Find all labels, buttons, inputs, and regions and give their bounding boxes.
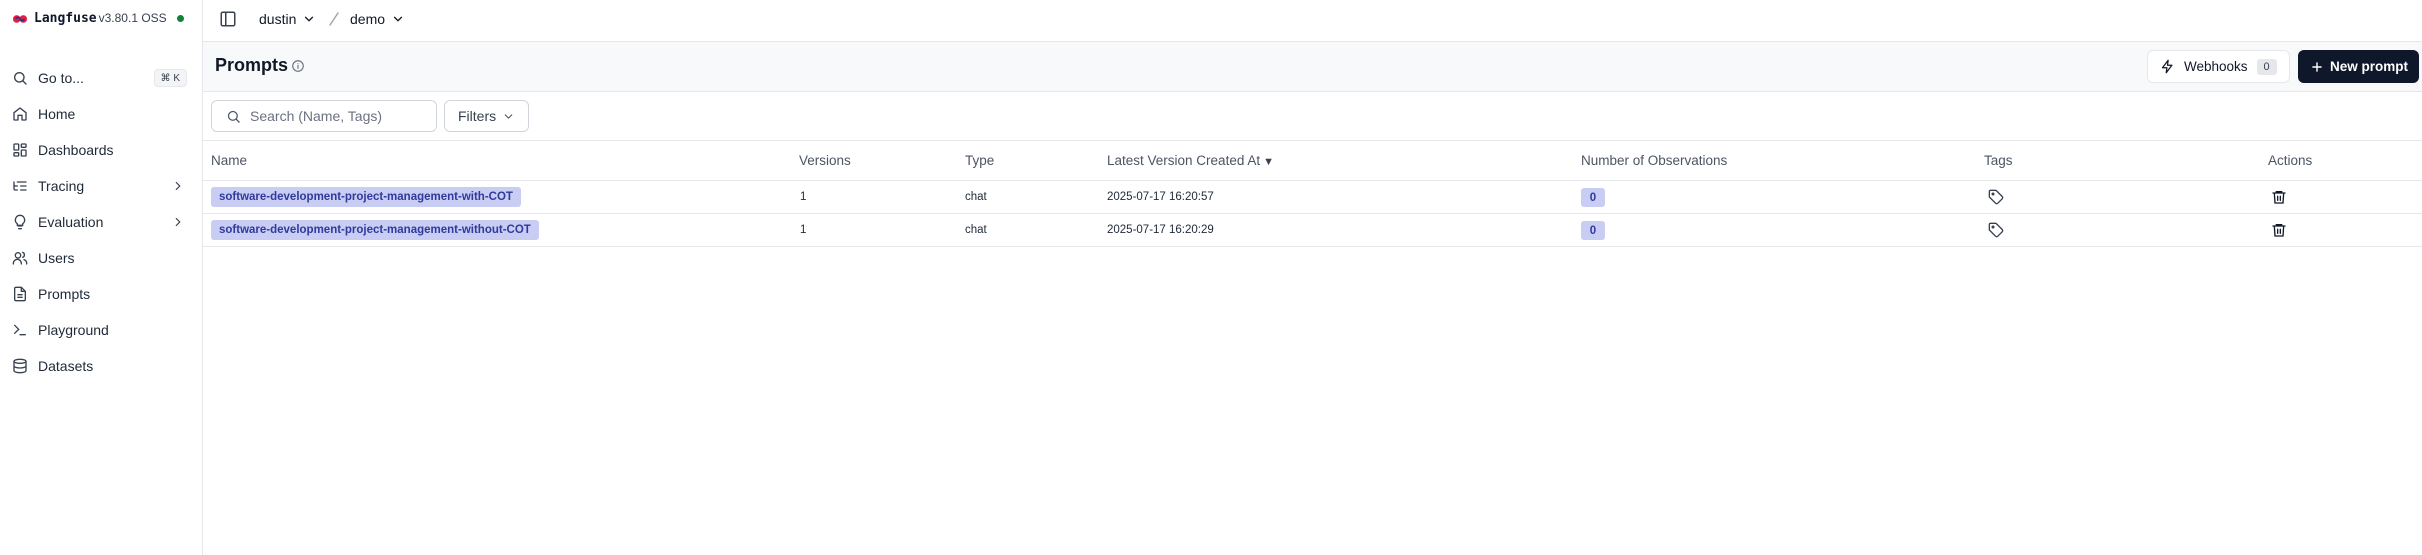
home-icon	[11, 105, 29, 123]
file-text-icon	[11, 285, 29, 303]
column-header-observations[interactable]: Number of Observations	[1581, 153, 1727, 168]
breadcrumb-organization[interactable]: dustin	[259, 9, 316, 29]
brand[interactable]: Langfuse v3.80.1 OSS	[12, 8, 184, 28]
sort-desc-icon: ▼	[1263, 156, 1274, 168]
sidebar-nav: Go to... ⌘ K Home Dashboards Tracing Eva…	[0, 60, 203, 384]
sidebar-item-home[interactable]: Home	[0, 96, 203, 132]
table-toolbar: Filters	[203, 92, 2422, 141]
table-header: Name Versions Type Latest Version Create…	[203, 141, 2422, 181]
column-header-actions: Actions	[2268, 153, 2313, 168]
search-icon	[11, 69, 29, 87]
table-row[interactable]: software-development-project-management-…	[203, 214, 2422, 247]
chevron-down-icon	[393, 16, 403, 22]
filters-button[interactable]: Filters	[444, 100, 529, 132]
sidebar-item-label: Go to...	[38, 70, 84, 86]
grid-icon	[11, 141, 29, 159]
breadcrumb-project[interactable]: demo	[350, 9, 405, 29]
sidebar-item-users[interactable]: Users	[0, 240, 203, 276]
tag-icon[interactable]	[1988, 189, 2004, 205]
prompt-name-link[interactable]: software-development-project-management-…	[211, 220, 539, 240]
zap-icon	[2161, 59, 2173, 74]
sidebar-item-go-to[interactable]: Go to... ⌘ K	[0, 60, 203, 96]
sidebar-toggle-icon[interactable]	[217, 8, 239, 30]
sidebar-item-tracing[interactable]: Tracing	[0, 168, 203, 204]
chevron-down-icon	[305, 16, 314, 22]
prompts-table: Name Versions Type Latest Version Create…	[203, 141, 2422, 247]
info-icon[interactable]	[291, 59, 305, 73]
new-prompt-button[interactable]: New prompt	[2298, 50, 2419, 83]
brand-name: Langfuse	[34, 10, 97, 26]
list-tree-icon	[11, 177, 29, 195]
sidebar-item-label: Evaluation	[38, 214, 104, 230]
top-bar: dustin demo	[203, 0, 2422, 42]
brand-version: v3.80.1 OSS	[98, 11, 167, 25]
sidebar-item-label: Prompts	[38, 286, 91, 302]
prompt-name-link[interactable]: software-development-project-management-…	[211, 187, 521, 207]
column-header-tags[interactable]: Tags	[1984, 153, 2013, 168]
webhooks-button[interactable]: Webhooks 0	[2147, 50, 2290, 83]
search-icon	[227, 110, 240, 123]
users-icon	[11, 249, 29, 267]
column-header-latest-label: Latest Version Created At	[1107, 153, 1261, 168]
column-header-type[interactable]: Type	[965, 153, 994, 168]
sidebar-item-dashboards[interactable]: Dashboards	[0, 132, 203, 168]
organization-name: dustin	[259, 11, 297, 27]
filters-label: Filters	[458, 108, 497, 124]
sidebar-item-label: Dashboards	[38, 142, 114, 158]
lightbulb-icon	[11, 213, 29, 231]
slash-separator-icon	[329, 12, 339, 26]
versions-cell: 1	[800, 191, 807, 203]
webhooks-count-badge: 0	[2256, 58, 2277, 75]
sidebar-item-datasets[interactable]: Datasets	[0, 348, 203, 384]
sidebar-item-label: Datasets	[38, 358, 94, 374]
sidebar-item-label: Home	[38, 106, 76, 122]
search-box[interactable]	[211, 100, 437, 132]
latest-version-cell: 2025-07-17 16:20:29	[1107, 224, 1214, 236]
column-header-name[interactable]: Name	[211, 153, 247, 168]
delete-trash-icon[interactable]	[2271, 222, 2287, 238]
new-prompt-label: New prompt	[2330, 59, 2409, 74]
project-name: demo	[350, 11, 386, 27]
terminal-icon	[11, 321, 29, 339]
observations-badge[interactable]: 0	[1581, 221, 1605, 240]
column-header-versions[interactable]: Versions	[799, 153, 851, 168]
status-dot-icon	[176, 14, 184, 22]
versions-cell: 1	[800, 224, 807, 236]
tag-icon[interactable]	[1988, 222, 2004, 238]
chevron-right-icon	[175, 181, 181, 191]
latest-version-cell: 2025-07-17 16:20:57	[1107, 191, 1214, 203]
sidebar-item-playground[interactable]: Playground	[0, 312, 203, 348]
chevron-down-icon	[504, 113, 513, 119]
sidebar-item-label: Users	[38, 250, 75, 266]
langfuse-logo-icon	[12, 12, 28, 24]
table-row[interactable]: software-development-project-management-…	[203, 181, 2422, 214]
type-cell: chat	[965, 191, 987, 203]
webhooks-label: Webhooks	[2184, 59, 2248, 74]
chevron-right-icon	[175, 217, 181, 227]
observations-badge[interactable]: 0	[1581, 188, 1605, 207]
shortcut-badge: ⌘ K	[153, 69, 187, 87]
database-icon	[11, 357, 29, 375]
column-header-latest-version[interactable]: Latest Version Created At ▼	[1107, 153, 1274, 168]
type-cell: chat	[965, 224, 987, 236]
sidebar-item-evaluation[interactable]: Evaluation	[0, 204, 203, 240]
plus-icon	[2312, 61, 2322, 72]
page-title: Prompts	[215, 55, 289, 75]
page-header: Prompts Webhooks 0 New prompt	[203, 42, 2422, 92]
sidebar-item-prompts[interactable]: Prompts	[0, 276, 203, 312]
delete-trash-icon[interactable]	[2271, 189, 2287, 205]
sidebar-item-label: Tracing	[38, 178, 85, 194]
sidebar-item-label: Playground	[38, 322, 109, 338]
search-input[interactable]	[250, 108, 430, 124]
sidebar: Langfuse v3.80.1 OSS Go to... ⌘ K Home D…	[0, 0, 203, 555]
